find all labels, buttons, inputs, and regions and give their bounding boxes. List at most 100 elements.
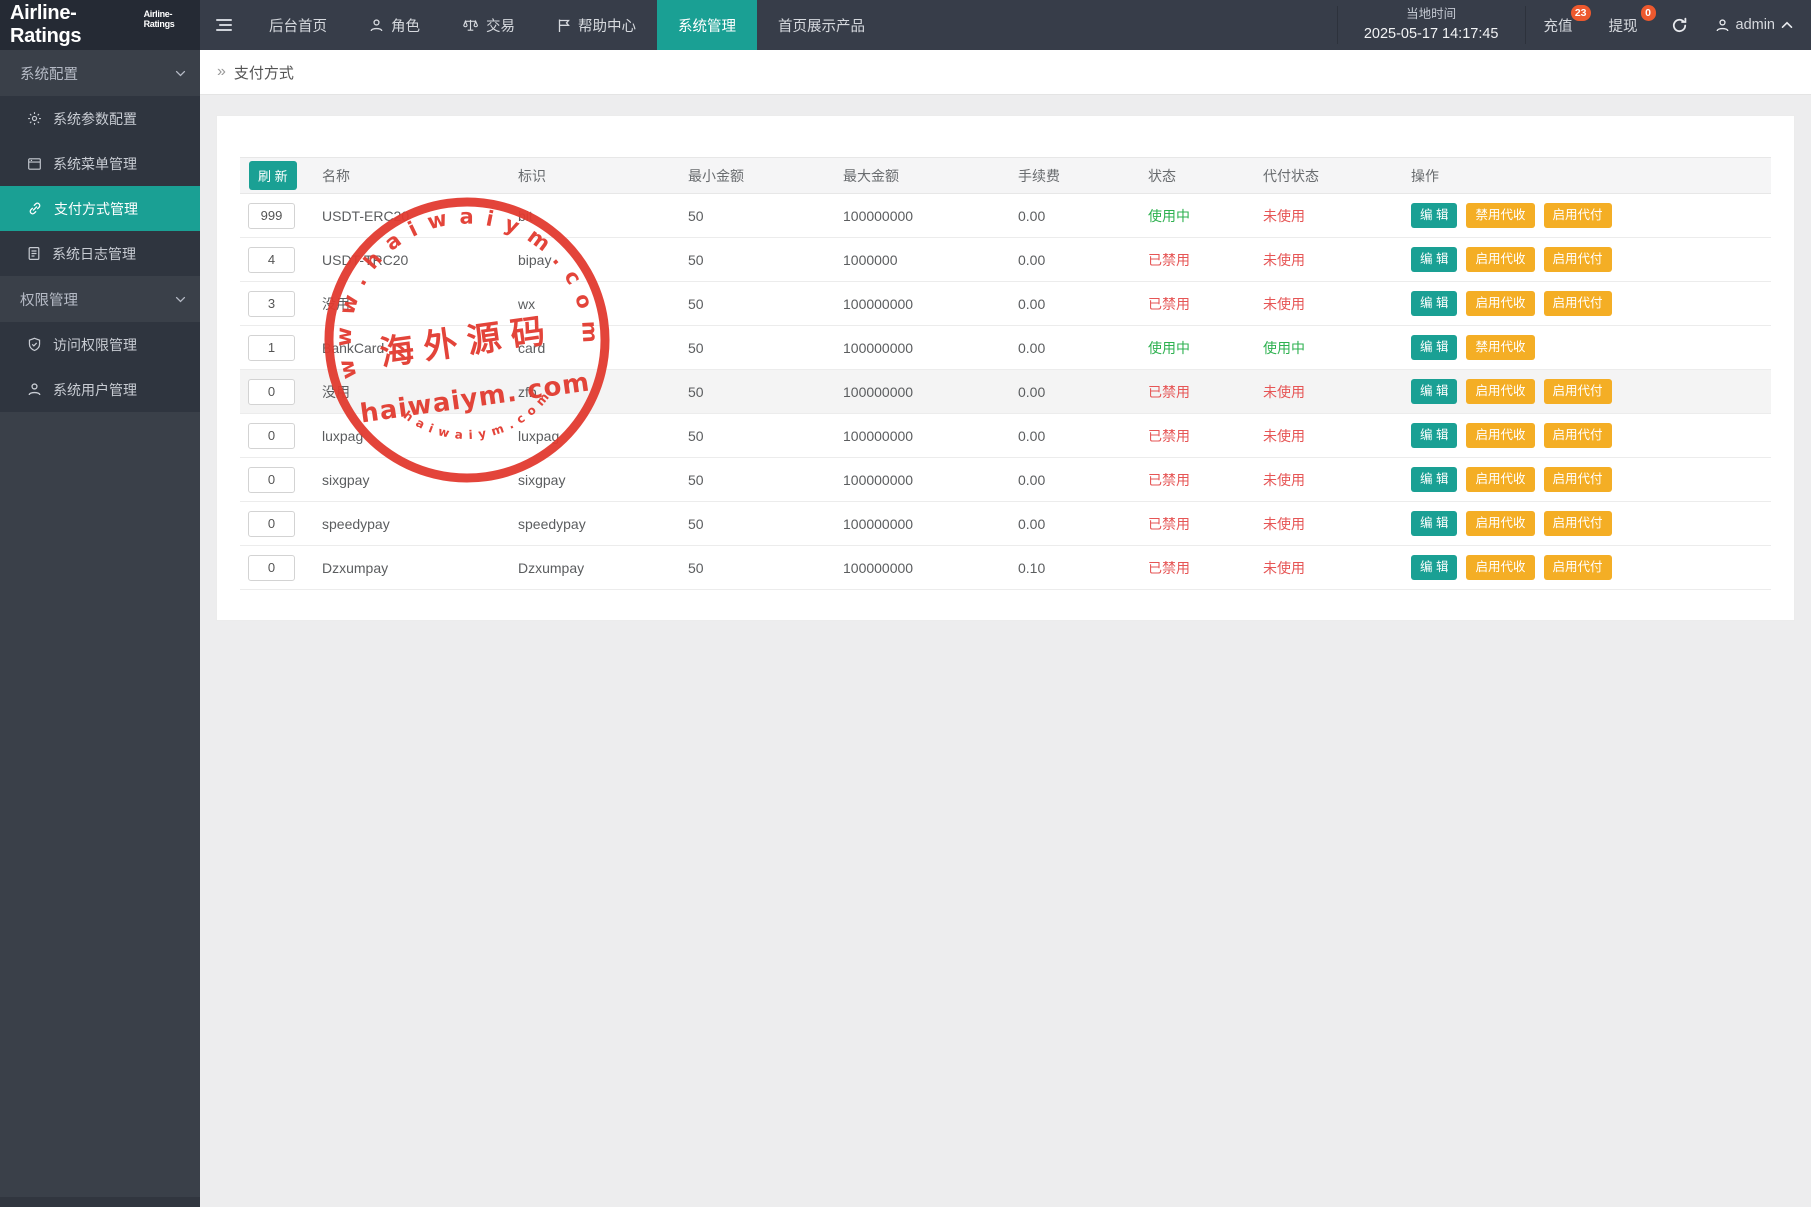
user-menu[interactable]: admin: [1703, 17, 1811, 33]
breadcrumb-icon: »: [217, 63, 226, 81]
cell-actions: 编 辑启用代收启用代付: [1411, 555, 1771, 580]
hamburger-icon[interactable]: [200, 0, 248, 50]
content-card: 刷 新名称标识最小金额最大金额手续费状态代付状态操作 USDT-ERC20bit…: [216, 115, 1795, 621]
edit-button[interactable]: 编 辑: [1411, 511, 1457, 536]
table-header-refresh-cell: 刷 新: [240, 161, 322, 190]
cell-actions: 编 辑启用代收启用代付: [1411, 379, 1771, 404]
topnav-item-system[interactable]: 系统管理: [657, 0, 757, 50]
status-badge: 已禁用: [1148, 560, 1190, 576]
edit-button[interactable]: 编 辑: [1411, 291, 1457, 316]
topnav-item-roles[interactable]: 角色: [348, 0, 441, 50]
sidebar-item-access[interactable]: 访问权限管理: [0, 322, 200, 367]
cell-sort: [240, 291, 322, 317]
cell-name: 没用: [322, 382, 518, 402]
edit-button[interactable]: 编 辑: [1411, 247, 1457, 272]
sort-input[interactable]: [248, 423, 295, 449]
sidebar-item-users[interactable]: 系统用户管理: [0, 367, 200, 412]
disable-collection-button[interactable]: 禁用代收: [1466, 203, 1534, 228]
chevron-down-icon: [175, 296, 186, 303]
edit-button[interactable]: 编 辑: [1411, 467, 1457, 492]
topnav-item-label: 系统管理: [678, 15, 736, 36]
edit-button[interactable]: 编 辑: [1411, 203, 1457, 228]
enable-collection-button[interactable]: 启用代收: [1466, 247, 1534, 272]
cell-code: Dzxumpay: [518, 560, 688, 576]
cell-max: 100000000: [843, 208, 1018, 224]
sidebar-group-items: 系统参数配置系统菜单管理支付方式管理系统日志管理: [0, 96, 200, 276]
enable-collection-button[interactable]: 启用代收: [1466, 423, 1534, 448]
enable-payout-button[interactable]: 启用代付: [1544, 379, 1612, 404]
sidebar-item-label: 系统日志管理: [52, 244, 136, 264]
edit-button[interactable]: 编 辑: [1411, 423, 1457, 448]
table-row: BankCardcard501000000000.00使用中使用中编 辑禁用代收: [240, 326, 1771, 370]
cell-payout: 未使用: [1263, 470, 1411, 490]
payout-badge: 未使用: [1263, 560, 1305, 576]
enable-collection-button[interactable]: 启用代收: [1466, 291, 1534, 316]
disable-collection-button[interactable]: 禁用代收: [1466, 335, 1534, 360]
cell-max: 1000000: [843, 252, 1018, 268]
sort-input[interactable]: [248, 335, 295, 361]
refresh-table-button[interactable]: 刷 新: [249, 161, 297, 190]
sort-input[interactable]: [248, 467, 295, 493]
enable-payout-button[interactable]: 启用代付: [1544, 247, 1612, 272]
sort-input[interactable]: [248, 379, 295, 405]
table-row: speedypayspeedypay501000000000.00已禁用未使用编…: [240, 502, 1771, 546]
cell-payout: 未使用: [1263, 250, 1411, 270]
window-icon: [27, 157, 42, 171]
cell-status: 使用中: [1148, 338, 1263, 358]
enable-payout-button[interactable]: 启用代付: [1544, 467, 1612, 492]
sidebar-group-system-config[interactable]: 系统配置: [0, 50, 200, 96]
table-row: luxpagluxpag501000000000.00已禁用未使用编 辑启用代收…: [240, 414, 1771, 458]
cell-code: card: [518, 340, 688, 356]
withdraw-button[interactable]: 提现 0: [1591, 0, 1656, 50]
enable-payout-button[interactable]: 启用代付: [1544, 511, 1612, 536]
cell-min: 50: [688, 208, 843, 224]
topnav-item-trade[interactable]: 交易: [441, 0, 536, 50]
sidebar-item-payments[interactable]: 支付方式管理: [0, 186, 200, 231]
sidebar-item-menus[interactable]: 系统菜单管理: [0, 141, 200, 186]
enable-payout-button[interactable]: 启用代付: [1544, 423, 1612, 448]
sort-input[interactable]: [248, 291, 295, 317]
status-badge: 使用中: [1148, 208, 1190, 224]
cell-name: speedypay: [322, 516, 518, 532]
cell-min: 50: [688, 560, 843, 576]
sort-input[interactable]: [248, 247, 295, 273]
enable-payout-button[interactable]: 启用代付: [1544, 203, 1612, 228]
topnav-item-help[interactable]: 帮助中心: [536, 0, 657, 50]
cell-name: sixgpay: [322, 472, 518, 488]
cell-code: sixgpay: [518, 472, 688, 488]
edit-button[interactable]: 编 辑: [1411, 379, 1457, 404]
sort-input[interactable]: [248, 555, 295, 581]
recharge-button[interactable]: 充值 23: [1526, 0, 1591, 50]
enable-collection-button[interactable]: 启用代收: [1466, 511, 1534, 536]
sidebar-group-permissions[interactable]: 权限管理: [0, 276, 200, 322]
sidebar-item-logs[interactable]: 系统日志管理: [0, 231, 200, 276]
link-icon: [27, 201, 43, 216]
cell-fee: 0.00: [1018, 428, 1148, 444]
enable-collection-button[interactable]: 启用代收: [1466, 379, 1534, 404]
sidebar-item-label: 系统参数配置: [53, 109, 137, 129]
document-icon: [27, 246, 41, 261]
payout-badge: 未使用: [1263, 208, 1305, 224]
edit-button[interactable]: 编 辑: [1411, 335, 1457, 360]
refresh-icon[interactable]: [1656, 17, 1703, 34]
sidebar-item-params[interactable]: 系统参数配置: [0, 96, 200, 141]
enable-payout-button[interactable]: 启用代付: [1544, 291, 1612, 316]
app-logo[interactable]: Airline-Ratings Airline-Ratings: [0, 0, 200, 50]
enable-collection-button[interactable]: 启用代收: [1466, 467, 1534, 492]
table-row: USDT-TRC20bipay5010000000.00已禁用未使用编 辑启用代…: [240, 238, 1771, 282]
edit-button[interactable]: 编 辑: [1411, 555, 1457, 580]
cell-status: 已禁用: [1148, 558, 1263, 578]
recharge-badge: 23: [1571, 5, 1591, 21]
cell-status: 已禁用: [1148, 294, 1263, 314]
sort-input[interactable]: [248, 511, 295, 537]
enable-collection-button[interactable]: 启用代收: [1466, 555, 1534, 580]
topnav-item-dashboard[interactable]: 后台首页: [248, 0, 348, 50]
topnav-item-products[interactable]: 首页展示产品: [757, 0, 886, 50]
sort-input[interactable]: [248, 203, 295, 229]
sidebar-item-label: 系统菜单管理: [53, 154, 137, 174]
table-header-payout: 代付状态: [1263, 166, 1411, 186]
enable-payout-button[interactable]: 启用代付: [1544, 555, 1612, 580]
cell-code: bit: [518, 208, 688, 224]
cell-actions: 编 辑启用代收启用代付: [1411, 247, 1771, 272]
cell-sort: [240, 511, 322, 537]
